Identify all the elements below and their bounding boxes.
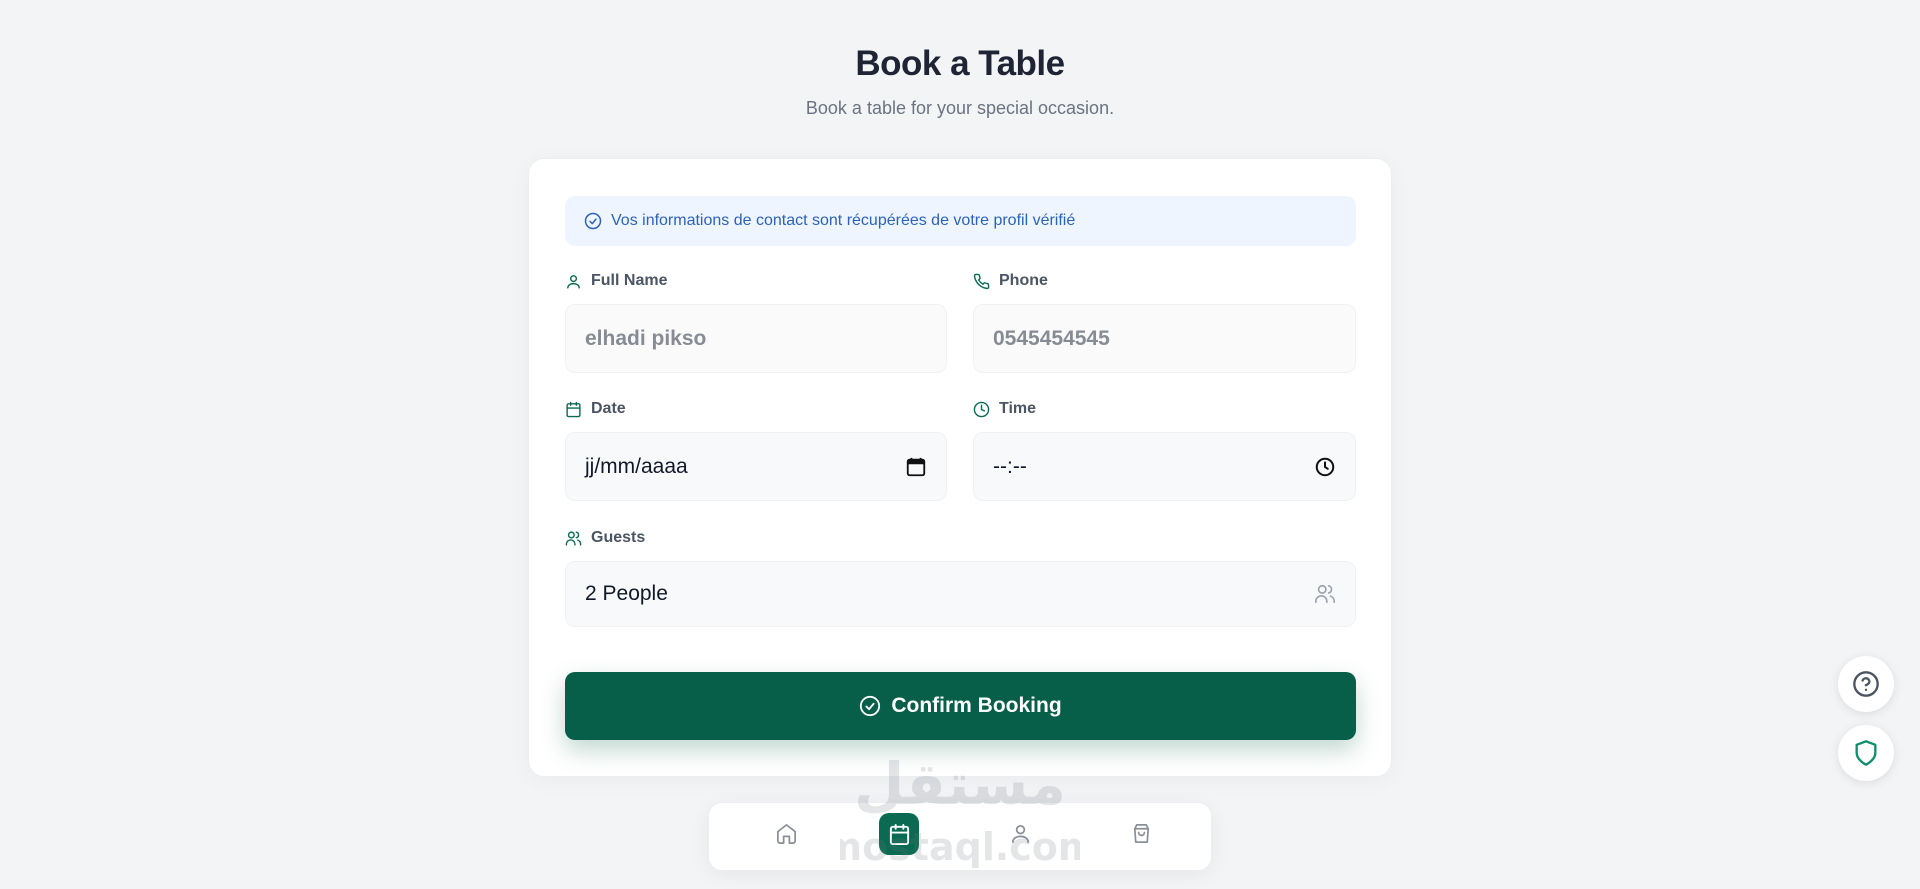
phone-label-text: Phone <box>999 272 1048 289</box>
date-label-text: Date <box>591 400 626 417</box>
confirm-booking-button[interactable]: Confirm Booking <box>565 672 1356 740</box>
time-placeholder: --:-- <box>993 454 1027 478</box>
guests-trailing <box>1314 583 1336 605</box>
shield-icon <box>1855 740 1877 766</box>
user-icon <box>1011 824 1029 843</box>
time-label-text: Time <box>999 400 1037 417</box>
date-input[interactable]: jj/mm/aaaa <box>565 432 947 501</box>
clock-icon <box>973 401 990 417</box>
calendar-icon <box>889 823 909 845</box>
booking-card: Vos informations de contact sont récupér… <box>528 158 1392 777</box>
nav-bookings[interactable] <box>879 813 919 855</box>
calendar-picker-icon <box>906 457 926 476</box>
notice-text: Vos informations de contact sont récupér… <box>611 212 1076 229</box>
calendar-icon <box>566 401 581 417</box>
nav-profile[interactable] <box>1000 813 1040 853</box>
guests-value: 2 People <box>585 582 668 605</box>
users-icon <box>565 530 582 546</box>
check-circle-icon <box>860 695 881 717</box>
date-label: Date <box>565 400 626 418</box>
full-name-label: Full Name <box>565 272 667 290</box>
full-name-value: elhadi pikso <box>585 326 707 350</box>
phone-label: Phone <box>973 272 1048 290</box>
date-picker-button[interactable] <box>905 456 927 478</box>
confirm-booking-label: Confirm Booking <box>891 694 1062 717</box>
guests-label-text: Guests <box>591 529 646 546</box>
user-icon <box>567 274 580 289</box>
page-subtitle: Book a table for your special occasion. <box>805 98 1115 118</box>
time-input[interactable]: --:-- <box>973 432 1356 501</box>
users-icon <box>1315 584 1335 604</box>
help-button[interactable] <box>1838 656 1894 712</box>
full-name-field[interactable]: elhadi pikso <box>565 304 947 373</box>
page-title: Book a Table <box>855 44 1065 83</box>
bottom-navigation <box>708 802 1212 871</box>
time-picker-button[interactable] <box>1314 456 1336 478</box>
home-icon <box>776 823 796 844</box>
guests-select[interactable]: 2 People <box>565 561 1356 627</box>
full-name-label-text: Full Name <box>591 272 668 289</box>
check-circle-icon <box>584 212 602 230</box>
phone-field[interactable]: 0545454545 <box>973 304 1356 373</box>
nav-shop[interactable] <box>1121 813 1161 853</box>
time-label: Time <box>973 400 1036 418</box>
nav-home[interactable] <box>766 813 806 853</box>
guests-label: Guests <box>565 529 645 547</box>
phone-icon <box>973 273 990 289</box>
verified-profile-notice: Vos informations de contact sont récupér… <box>565 196 1356 246</box>
clock-picker-icon <box>1315 457 1335 476</box>
help-circle-icon <box>1853 671 1879 697</box>
phone-value: 0545454545 <box>993 326 1110 350</box>
shopping-bag-icon <box>1133 823 1149 843</box>
date-placeholder: jj/mm/aaaa <box>585 454 688 478</box>
security-button[interactable] <box>1838 725 1894 781</box>
